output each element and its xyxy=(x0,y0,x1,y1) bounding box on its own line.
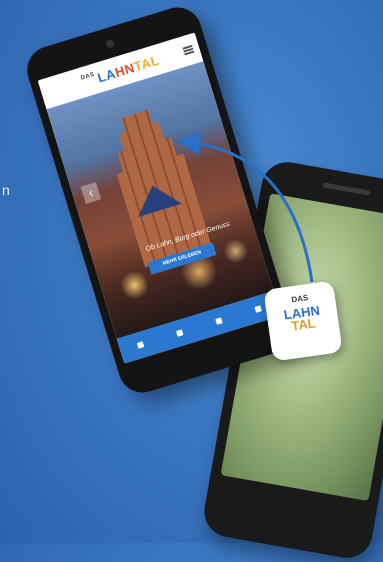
curved-arrow-icon xyxy=(176,131,314,283)
app-icon[interactable]: DAS LAHN TAL xyxy=(263,280,343,362)
